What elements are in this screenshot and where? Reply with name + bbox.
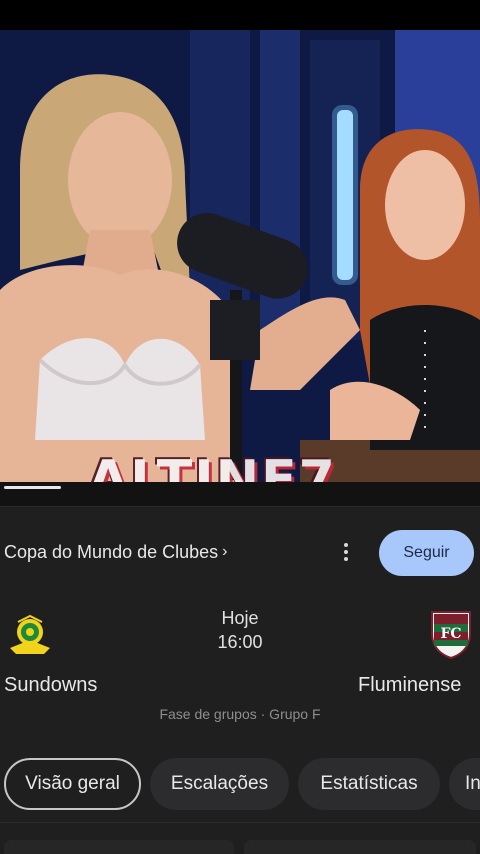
video-progress-track[interactable] [0,482,480,506]
match-tabs: Visão geral Escalações Estatísticas In [0,758,480,812]
sundowns-crest-icon [10,614,50,654]
tab-more[interactable]: In [449,758,480,810]
match-page: ALTINE7 Copa do Mundo de Clubes › Seguir… [0,0,480,854]
tab-statistics[interactable]: Estatísticas [298,758,440,810]
fluminense-crest-icon: FC [431,611,471,660]
svg-text:FC: FC [440,626,461,642]
section-card [244,840,476,854]
competition-link[interactable]: Copa do Mundo de Clubes › [4,542,227,563]
video-frame [0,30,480,482]
follow-button[interactable]: Seguir [379,530,474,576]
video-player[interactable]: ALTINE7 [0,30,480,482]
home-team-name[interactable]: Sundowns [4,674,97,697]
more-options-icon[interactable] [334,540,358,564]
tab-overview[interactable]: Visão geral [4,758,141,810]
divider [0,506,480,507]
match-hour: 16:00 [217,632,263,652]
section-card [4,840,234,854]
chevron-right-icon: › [222,543,228,560]
match-day: Hoje [221,608,259,628]
tab-lineups[interactable]: Escalações [150,758,289,810]
match-stage: Fase de grupos · Grupo F [159,706,321,722]
divider [0,822,480,823]
video-progress-fill [4,486,61,489]
away-team-name[interactable]: Fluminense [358,674,461,697]
video-watermark: ALTINE7 [88,450,337,482]
status-bar [0,0,480,30]
away-team-logo[interactable]: FC [428,608,474,660]
next-section [0,830,480,854]
competition-name: Copa do Mundo de Clubes [4,541,219,562]
home-team-logo[interactable] [4,612,56,660]
competition-header: Copa do Mundo de Clubes › Seguir [4,530,474,576]
match-time: Hoje 16:00 [190,606,290,654]
